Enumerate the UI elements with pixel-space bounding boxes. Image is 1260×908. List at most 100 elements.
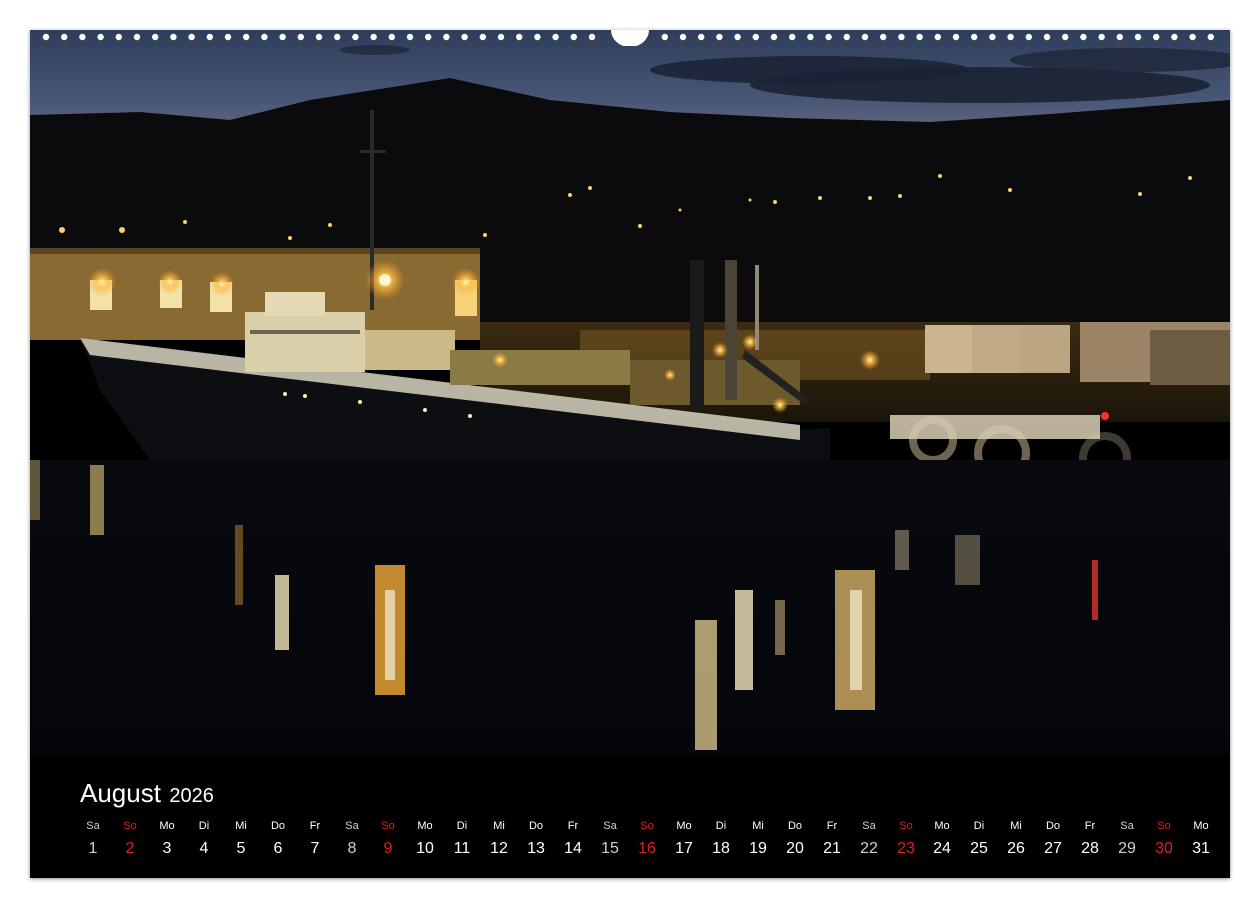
day-cell: Sa 8 [334,818,370,859]
day-number: 20 [786,840,804,857]
month-name: August [80,778,161,808]
day-cell: Di 18 [703,818,739,859]
weekday-label: Mi [752,820,764,832]
weekday-label: Sa [86,820,100,832]
weekday-label: Mi [1010,820,1022,832]
binding-hole [352,33,359,41]
binding-hole [916,33,923,41]
binding-hole [843,33,850,41]
weekday-label: So [1157,820,1171,832]
binding-hole [170,33,177,41]
binding-hole [315,33,323,41]
binding-hole [989,33,996,41]
day-number: 27 [1044,840,1062,857]
day-cell: Mo 24 [924,818,960,859]
weekday-label: Mi [493,820,505,832]
weekday-label: Mo [1193,820,1209,832]
binding-hole [97,33,104,41]
day-cell: Di 25 [961,818,997,859]
binding-hole [898,33,905,41]
day-number: 6 [273,840,283,857]
hanger-cutout [611,30,649,46]
day-cell: Do 13 [518,818,554,859]
binding-hole [479,33,486,41]
binding-hole [570,33,577,41]
day-number: 25 [970,840,988,857]
calendar-sheet: August 2026 Sa 1 So 2 Mo 3 Di 4 Mi 5 Do 6 Fr 7 Sa 8 So 9 M… [30,30,1230,878]
binding-hole [243,33,250,41]
weekday-label: Do [787,820,803,832]
weekday-label: So [640,820,654,832]
binding-hole [1025,33,1032,41]
weekday-label: Do [270,820,286,832]
day-cell: Fr 28 [1072,818,1108,859]
day-number: 17 [675,840,693,857]
day-cell: Sa 29 [1109,818,1145,859]
day-cell: Mo 3 [149,818,185,859]
day-number: 1 [88,840,98,857]
day-number: 15 [601,840,619,857]
weekday-label: Do [528,820,544,832]
binding-hole [825,33,832,41]
day-cell: So 30 [1146,818,1182,859]
day-cell: So 16 [629,818,665,859]
day-number: 18 [712,840,730,857]
day-number: 7 [310,840,320,857]
day-cell: Mi 5 [223,818,259,859]
day-cell: So 23 [888,818,924,859]
day-cell: So 2 [112,818,148,859]
binding-hole [115,33,123,41]
weekday-label: Di [198,820,210,832]
day-number: 2 [125,840,135,857]
day-number: 8 [347,840,357,857]
day-cell: Mo 31 [1183,818,1219,859]
binding-hole [1080,33,1087,41]
binding-hole [807,33,814,41]
binding-hole [1207,33,1215,41]
binding-hole [443,33,450,41]
binding-hole [279,33,286,41]
binding-hole [406,33,414,41]
weekday-label: Fr [1084,820,1096,832]
binding-hole [552,33,559,41]
weekday-label: Mo [159,820,175,832]
day-cell: Do 20 [777,818,813,859]
day-cell: Sa 15 [592,818,628,859]
weekday-label: Fr [309,820,321,832]
day-cell: Do 27 [1035,818,1071,859]
binding-hole [1043,33,1051,41]
binding-hole [1007,33,1014,41]
day-number: 10 [416,840,434,857]
binding-hole [679,33,687,41]
binding-hole [661,33,668,41]
binding-hole [1153,33,1160,41]
binding-hole [752,33,759,41]
weekday-label: So [381,820,395,832]
binding-hole [1189,33,1196,41]
binding-hole [1134,33,1142,41]
binding-hole [770,33,778,41]
calendar-strip: August 2026 Sa 1 So 2 Mo 3 Di 4 Mi 5 Do 6 Fr 7 Sa 8 So 9 M… [30,754,1230,878]
weekday-label: Mo [676,820,692,832]
binding-hole [334,33,341,41]
weekday-label: Do [1045,820,1061,832]
binding-hole [1171,33,1178,41]
day-cell: So 9 [370,818,406,859]
binding-hole [42,33,50,41]
binding-hole [206,33,213,41]
binding-hole [516,33,523,41]
calendar-page: August 2026 Sa 1 So 2 Mo 3 Di 4 Mi 5 Do 6 Fr 7 Sa 8 So 9 M… [0,0,1260,908]
binding-hole [880,33,887,41]
weekday-label: Sa [603,820,617,832]
day-number: 4 [199,840,209,857]
binding-hole [934,33,941,41]
binding-hole [61,33,68,41]
day-cell: Di 11 [444,818,480,859]
day-number: 24 [933,840,951,857]
binding-hole [1098,33,1105,41]
weekday-label: Fr [826,820,838,832]
weekday-label: Mo [417,820,433,832]
binding-hole [1116,33,1124,41]
weekday-label: Sa [345,820,359,832]
day-number: 26 [1007,840,1025,857]
